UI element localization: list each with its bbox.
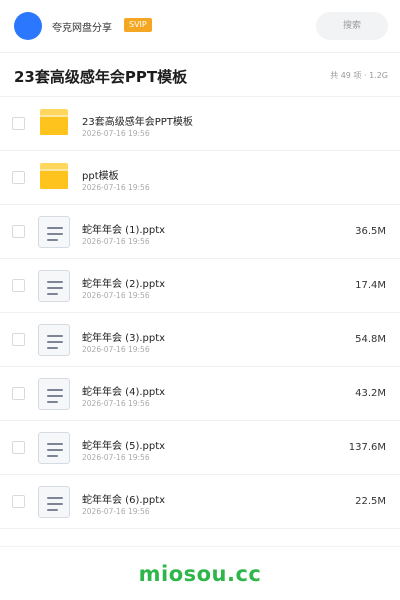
item-date: 2026-07-16 19:56 (82, 399, 150, 408)
document-icon (38, 432, 70, 464)
item-name[interactable]: 蛇年年会 (3).pptx (82, 329, 165, 344)
item-date: 2026-07-16 19:56 (82, 237, 150, 246)
select-checkbox[interactable] (12, 387, 25, 400)
document-icon (38, 324, 70, 356)
document-icon (38, 378, 70, 410)
item-date: 2026-07-16 19:56 (82, 129, 150, 138)
item-date: 2026-07-16 19:56 (82, 291, 150, 300)
folder-summary: 共 49 项 · 1.2G (330, 71, 388, 80)
folder-row[interactable]: 23套高级感年会PPT模板 2026-07-16 19:56 (0, 97, 400, 151)
folder-row[interactable]: ppt模板 2026-07-16 19:56 (0, 151, 400, 205)
watermark: miosou.cc (138, 562, 262, 586)
item-date: 2026-07-16 19:56 (82, 345, 150, 354)
folder-icon (38, 162, 70, 194)
item-date: 2026-07-16 19:56 (82, 453, 150, 462)
item-name[interactable]: 蛇年年会 (1).pptx (82, 221, 165, 236)
share-owner-name: 夸克网盘分享 (52, 23, 112, 34)
item-name[interactable]: 23套高级感年会PPT模板 (82, 113, 193, 128)
item-name[interactable]: ppt模板 (82, 167, 119, 182)
item-size: 54.8M (355, 334, 386, 345)
folder-icon (38, 108, 70, 140)
avatar[interactable] (14, 12, 42, 40)
select-checkbox[interactable] (12, 279, 25, 292)
item-date: 2026-07-16 19:56 (82, 507, 150, 516)
select-checkbox[interactable] (12, 333, 25, 346)
document-icon (38, 270, 70, 302)
file-row[interactable]: 蛇年年会 (6).pptx 2026-07-16 19:56 22.5M (0, 475, 400, 529)
divider (0, 546, 400, 547)
select-checkbox[interactable] (12, 117, 25, 130)
item-size: 22.5M (355, 496, 386, 507)
item-date: 2026-07-16 19:56 (82, 183, 150, 192)
file-row[interactable]: 蛇年年会 (3).pptx 2026-07-16 19:56 54.8M (0, 313, 400, 367)
select-checkbox[interactable] (12, 171, 25, 184)
item-name[interactable]: 蛇年年会 (5).pptx (82, 437, 165, 452)
item-name[interactable]: 蛇年年会 (4).pptx (82, 383, 165, 398)
document-icon (38, 486, 70, 518)
item-size: 137.6M (348, 442, 386, 453)
divider (0, 52, 400, 53)
file-row[interactable]: 蛇年年会 (2).pptx 2026-07-16 19:56 17.4M (0, 259, 400, 313)
top-bar: 夸克网盘分享 SVIP 搜索 (0, 0, 400, 52)
item-size: 36.5M (355, 226, 386, 237)
file-row[interactable]: 蛇年年会 (5).pptx 2026-07-16 19:56 137.6M (0, 421, 400, 475)
file-row[interactable]: 蛇年年会 (4).pptx 2026-07-16 19:56 43.2M (0, 367, 400, 421)
file-row[interactable]: 蛇年年会 (1).pptx 2026-07-16 19:56 36.5M (0, 205, 400, 259)
select-checkbox[interactable] (12, 225, 25, 238)
search-button[interactable]: 搜索 (316, 12, 388, 40)
item-name[interactable]: 蛇年年会 (2).pptx (82, 275, 165, 290)
document-icon (38, 216, 70, 248)
select-checkbox[interactable] (12, 441, 25, 454)
item-size: 43.2M (355, 388, 386, 399)
page-title: 23套高级感年会PPT模板 (14, 68, 188, 86)
item-name[interactable]: 蛇年年会 (6).pptx (82, 491, 165, 506)
svip-badge: SVIP (124, 18, 152, 32)
select-checkbox[interactable] (12, 495, 25, 508)
file-list: 23套高级感年会PPT模板 2026-07-16 19:56 ppt模板 2026-0… (0, 97, 400, 529)
item-size: 17.4M (355, 280, 386, 291)
